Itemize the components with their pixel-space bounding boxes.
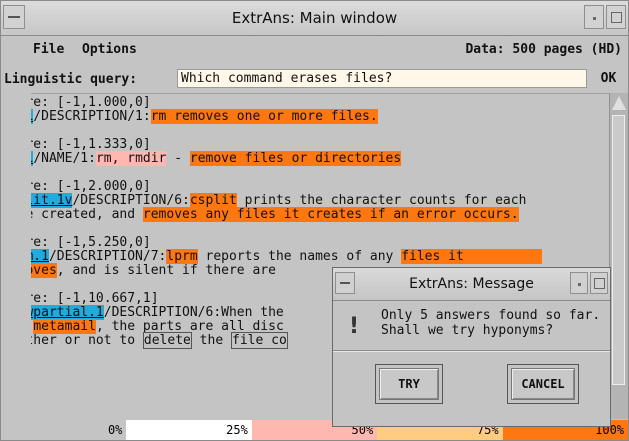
result-text: /DESCRIPTION/6:When the (103, 305, 284, 320)
legend-label: 25% (226, 423, 248, 437)
data-status: Data: 500 pages (HD) (465, 42, 622, 57)
result-score: Score: [-1,5.250,0] (31, 235, 151, 250)
try-button[interactable]: TRY (379, 368, 439, 400)
result-text: file created, and (31, 207, 136, 222)
highlight-strong: removes (31, 263, 57, 278)
result-text: /NAME/1: (33, 151, 96, 166)
query-label: Linguistic query: (4, 72, 138, 87)
dialog-maximize-button[interactable] (590, 272, 608, 294)
result-line: file created, and removes any files it c… (31, 207, 609, 222)
result-line: rm.1/NAME/1:rm, rmdir - remove files or … (31, 151, 609, 166)
menu-file[interactable]: File (33, 42, 64, 57)
dialog-title-bar: ExtrAns: Message (333, 268, 610, 301)
query-row: Linguistic query: Which command erases f… (1, 65, 628, 93)
highlight-weak: rm, rmdir (95, 151, 167, 166)
manpage-link[interactable]: showpartial.1 (31, 305, 104, 320)
result-line: csplit.1v/DESCRIPTION/6:csplit prints th… (31, 193, 609, 208)
results-scrollbar[interactable] (609, 93, 628, 419)
dialog-separator (333, 350, 610, 352)
result-text: prints the character counts for each (236, 193, 527, 208)
highlight-strong: removes any files it creates if an error… (142, 207, 519, 222)
dialog-minimize-button[interactable] (570, 272, 588, 294)
manpage-link[interactable]: lprm.1 (31, 249, 49, 264)
result-line: rm.1/DESCRIPTION/1:rm removes one or mor… (31, 109, 609, 124)
result-text: reports the names of any (197, 249, 402, 264)
minimize-button[interactable] (584, 5, 604, 29)
result-item: Score: [-1,1.000,0]rm.1/DESCRIPTION/1:rm… (31, 96, 609, 124)
result-text: /DESCRIPTION/1: (33, 109, 151, 124)
result-text: - (166, 151, 190, 166)
result-score: Score: [-1,2.000,0] (31, 179, 151, 194)
result-text: /DESCRIPTION/6: (72, 193, 190, 208)
result-text: , and is silent if there are (56, 263, 276, 278)
result-text: /DESCRIPTION/7: (48, 249, 167, 264)
highlight-strong: files it (401, 249, 543, 264)
query-input[interactable]: Which command erases files? (177, 69, 587, 88)
title-bar: ExtrAns: Main window (1, 1, 628, 36)
highlight-strong: rm removes one or more files. (150, 109, 378, 124)
message-dialog: ExtrAns: Message ! Only 5 answers found … (332, 267, 611, 427)
legend-segment: 0% (1, 420, 127, 440)
dialog-title: ExtrAns: Message (409, 276, 534, 292)
legend-segment: 25% (126, 420, 252, 440)
highlight-strong: csplit (189, 193, 237, 208)
ok-button[interactable]: OK (591, 68, 626, 90)
menu-bar: File Options Data: 500 pages (HD) (1, 36, 628, 63)
legend-label: 0% (107, 423, 123, 437)
manpage-link[interactable]: csplit.1v (31, 193, 73, 208)
result-text: the (191, 333, 231, 348)
exclamation-icon: ! (349, 314, 360, 339)
highlight-boxed: file co (231, 332, 288, 349)
highlight-boxed: delete (142, 332, 192, 349)
scroll-up-arrow-icon[interactable] (612, 96, 626, 110)
cancel-button[interactable]: CANCEL (511, 368, 575, 400)
menu-options[interactable]: Options (82, 42, 137, 57)
result-line: lprm.1/DESCRIPTION/7:lprm reports the na… (31, 249, 609, 264)
result-score: Score: [-1,1.333,0] (31, 137, 151, 152)
scroll-thumb[interactable] (612, 115, 625, 385)
result-item: Score: [-1,2.000,0]csplit.1v/DESCRIPTION… (31, 180, 609, 222)
highlight-strong: metamail (33, 319, 96, 334)
maximize-button[interactable] (606, 5, 626, 29)
result-text: whether or not to (31, 333, 136, 348)
result-score: Score: [-1,1.000,0] (31, 95, 151, 110)
result-item: Score: [-1,1.333,0]rm.1/NAME/1:rm, rmdir… (31, 138, 609, 166)
dialog-message: Only 5 answers found so far. Shall we tr… (381, 308, 601, 338)
window-title: ExtrAns: Main window (231, 9, 398, 27)
highlight-strong: remove files or directories (189, 151, 402, 166)
highlight-strong: lprm (166, 249, 198, 264)
